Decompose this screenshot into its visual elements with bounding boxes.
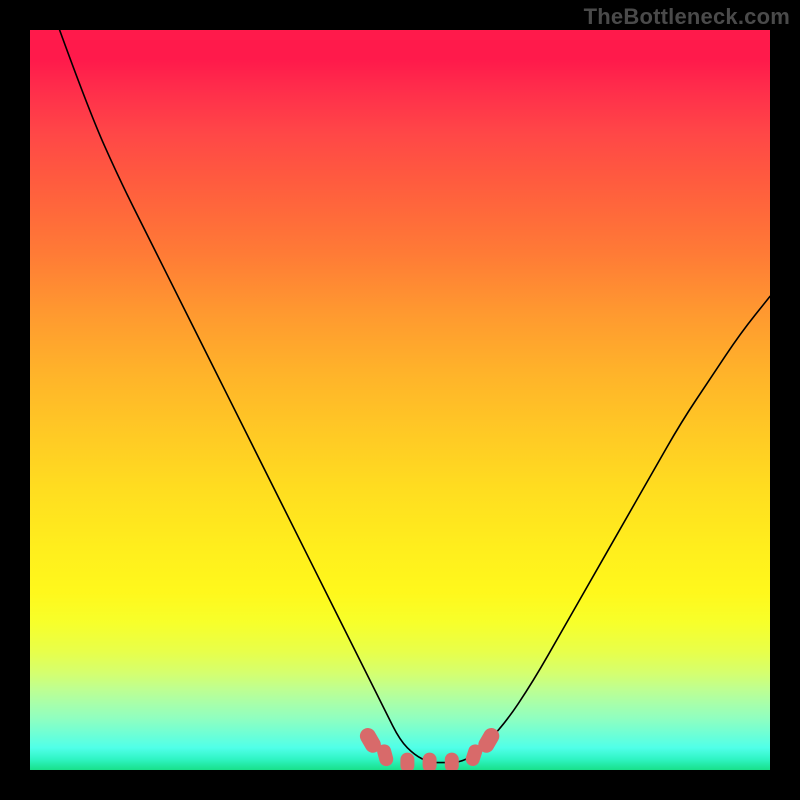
bottleneck-curve xyxy=(60,30,770,763)
curve-svg xyxy=(30,30,770,770)
highlight-markers xyxy=(357,725,502,770)
highlight-marker xyxy=(423,753,437,770)
highlight-marker xyxy=(445,753,459,770)
plot-area xyxy=(30,30,770,770)
chart-frame: TheBottleneck.com xyxy=(0,0,800,800)
watermark-text: TheBottleneck.com xyxy=(584,4,790,30)
highlight-marker xyxy=(400,753,414,770)
